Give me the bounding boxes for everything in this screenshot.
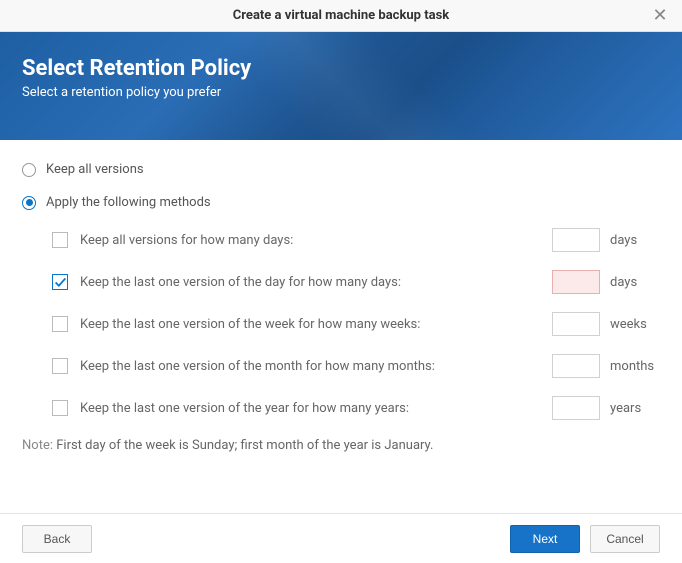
method-input[interactable] [552,396,600,420]
method-row: Keep the last one version of the week fo… [52,312,660,336]
method-input[interactable] [552,228,600,252]
note-row: Note: First day of the week is Sunday; f… [22,438,660,453]
header-banner: Select Retention Policy Select a retenti… [0,32,682,140]
method-checkbox[interactable] [52,274,68,290]
radio-label-apply-methods: Apply the following methods [46,195,211,210]
method-checkbox[interactable] [52,400,68,416]
method-checkbox[interactable] [52,358,68,374]
radio-apply-methods[interactable] [22,196,36,210]
method-row: Keep the last one version of the day for… [52,270,660,294]
page-subtitle: Select a retention policy you prefer [22,85,660,100]
method-checkbox[interactable] [52,316,68,332]
method-row: Keep the last one version of the month f… [52,354,660,378]
page-title: Select Retention Policy [22,56,660,81]
dialog-title: Create a virtual machine backup task [233,8,449,23]
note-text: First day of the week is Sunday; first m… [56,438,433,453]
method-label: Keep the last one version of the year fo… [80,401,540,416]
method-checkbox[interactable] [52,232,68,248]
method-row: Keep the last one version of the year fo… [52,396,660,420]
method-input[interactable] [552,354,600,378]
radio-row-keep-all[interactable]: Keep all versions [22,162,660,177]
method-unit: years [610,401,660,416]
method-label: Keep the last one version of the month f… [80,359,540,374]
radio-row-apply-methods[interactable]: Apply the following methods [22,195,660,210]
close-button[interactable]: ✕ [650,5,670,25]
cancel-button[interactable]: Cancel [590,525,660,553]
titlebar: Create a virtual machine backup task ✕ [0,0,682,32]
method-input[interactable] [552,312,600,336]
method-label: Keep all versions for how many days: [80,233,540,248]
footer: Back Next Cancel [0,513,682,563]
method-input[interactable] [552,270,600,294]
method-unit: days [610,233,660,248]
note-label: Note: [22,438,56,453]
method-unit: weeks [610,317,660,332]
method-label: Keep the last one version of the week fo… [80,317,540,332]
method-list: Keep all versions for how many days: days… [22,228,660,420]
close-icon: ✕ [652,5,667,26]
next-button[interactable]: Next [510,525,580,553]
radio-label-keep-all: Keep all versions [46,162,144,177]
content-area: Keep all versions Apply the following me… [0,140,682,453]
checkmark-icon [54,276,67,289]
method-label: Keep the last one version of the day for… [80,275,540,290]
method-unit: days [610,275,660,290]
radio-keep-all[interactable] [22,163,36,177]
method-row: Keep all versions for how many days: days [52,228,660,252]
method-unit: months [610,359,660,374]
back-button[interactable]: Back [22,525,92,553]
